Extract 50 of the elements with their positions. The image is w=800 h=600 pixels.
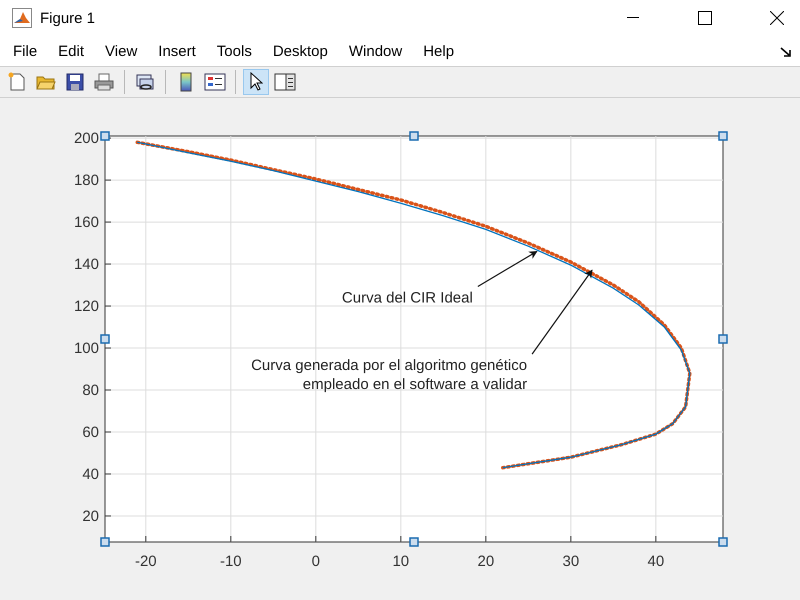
pointer-icon [249, 72, 263, 92]
selection-handle[interactable] [409, 537, 419, 547]
menu-item[interactable]: Tools [210, 42, 259, 60]
toolbar-button[interactable] [243, 69, 269, 95]
menu-item[interactable]: View [98, 42, 144, 60]
y-tick-label: 200 [74, 130, 99, 148]
selection-handle[interactable] [409, 131, 419, 141]
y-tick-label: 180 [74, 172, 99, 190]
printer-icon [94, 72, 114, 92]
menu-item[interactable]: File [6, 42, 44, 60]
annotation-text: Curva del CIR Ideal [342, 289, 473, 306]
menu-item[interactable]: Window [342, 42, 410, 60]
menu-item[interactable]: Edit [51, 42, 92, 60]
y-tick-label: 100 [74, 340, 99, 358]
x-tick-label: -10 [220, 553, 242, 570]
y-tick-label: 20 [82, 508, 99, 525]
x-tick-label: -20 [134, 553, 157, 570]
y-tick-label: 160 [74, 214, 99, 232]
close-icon [770, 11, 784, 25]
new-file-icon [7, 72, 27, 92]
selection-handle[interactable] [718, 537, 728, 547]
colorbar-icon [179, 72, 193, 92]
menu-item[interactable]: Insert [151, 42, 203, 60]
dock-arrow-icon[interactable] [780, 46, 792, 58]
window-title: Figure 1 [40, 10, 96, 26]
y-tick-label: 80 [82, 382, 99, 399]
y-tick-label: 120 [74, 298, 99, 316]
menu-item[interactable]: Help [416, 42, 462, 60]
selection-handle[interactable] [100, 334, 110, 344]
y-tick-label: 40 [82, 466, 99, 483]
y-tick-label: 60 [82, 424, 99, 441]
linked-figure-icon [135, 72, 155, 92]
x-tick-label: 20 [477, 553, 494, 570]
app-logo-icon [12, 8, 32, 28]
legend-icon [204, 73, 226, 91]
annotation-text: Curva generada por el algoritmo genético [251, 357, 528, 374]
selection-handle[interactable] [100, 131, 110, 141]
selection-handle[interactable] [718, 334, 728, 344]
annotation-text: empleado en el software a validar [302, 376, 528, 394]
selection-handle[interactable] [100, 537, 110, 547]
x-tick-label: 40 [648, 553, 664, 570]
x-tick-label: 0 [312, 553, 320, 570]
x-tick-label: 10 [392, 553, 410, 570]
property-panel-icon [274, 73, 296, 91]
minimize-icon [627, 17, 639, 19]
menu-item[interactable]: Desktop [266, 42, 335, 60]
y-tick-label: 140 [74, 256, 99, 274]
maximize-icon [698, 11, 712, 25]
x-tick-label: 30 [562, 553, 580, 570]
selection-handle[interactable] [718, 131, 728, 141]
